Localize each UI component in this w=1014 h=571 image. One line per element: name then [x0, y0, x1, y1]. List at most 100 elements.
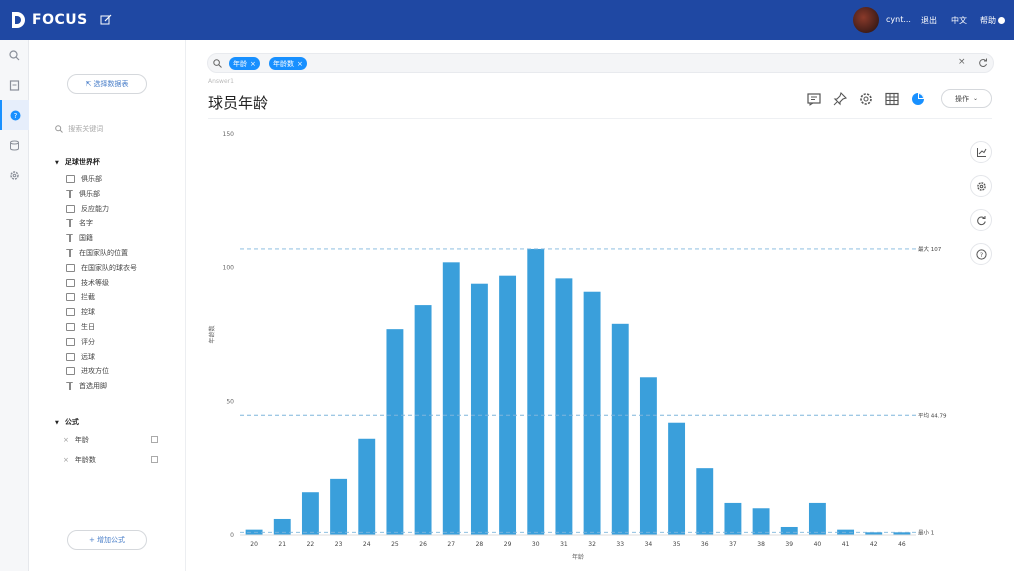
edit-icon[interactable]: [100, 14, 112, 26]
gear-icon: [10, 170, 19, 180]
help-link[interactable]: 帮助: [980, 15, 1005, 26]
remove-icon[interactable]: ×: [63, 456, 69, 464]
column-item[interactable]: 控球: [66, 306, 95, 318]
bar: [386, 329, 404, 535]
column-item[interactable]: 名字: [66, 217, 93, 229]
formula-label: 年龄数: [74, 456, 96, 464]
username[interactable]: cynt...: [886, 15, 911, 24]
bar: [611, 323, 629, 535]
edit-icon[interactable]: [151, 456, 158, 463]
close-icon[interactable]: ×: [297, 60, 303, 68]
numeric-column-icon: [66, 263, 75, 272]
operate-button[interactable]: 操作 ⌄: [941, 89, 992, 108]
close-icon[interactable]: ×: [250, 60, 256, 68]
chart-type-button[interactable]: [970, 141, 992, 163]
edit-icon[interactable]: [151, 436, 158, 443]
rail-answer-button[interactable]: ?: [0, 100, 29, 130]
language-switch[interactable]: 中文: [951, 15, 967, 26]
pin-icon[interactable]: [832, 91, 848, 107]
text-column-icon: [66, 382, 73, 391]
rail-data-button[interactable]: [0, 130, 29, 160]
x-tick-label: 35: [673, 541, 681, 548]
table-view-icon[interactable]: [884, 91, 900, 107]
table-group-header[interactable]: ▼ 足球世界杯: [55, 157, 100, 167]
bar: [808, 502, 826, 535]
formula-group-header[interactable]: ▼ 公式: [55, 417, 79, 427]
axis-chart-icon: [976, 147, 986, 157]
bar: [583, 291, 601, 535]
column-item[interactable]: 在国家队的位置: [66, 247, 128, 259]
chart-refresh-button[interactable]: [970, 209, 992, 231]
comment-icon[interactable]: [806, 91, 822, 107]
focus-logo-icon: [12, 12, 25, 28]
rail-search-button[interactable]: [0, 40, 29, 70]
bar: [639, 377, 657, 535]
text-column-icon: [66, 189, 73, 198]
y-tick-label: 50: [226, 398, 234, 405]
column-item[interactable]: 俱乐部: [66, 188, 100, 200]
formula-item[interactable]: × 年龄: [63, 435, 158, 447]
column-item[interactable]: 生日: [66, 321, 95, 333]
x-tick-label: 42: [870, 541, 878, 548]
logout-link[interactable]: 退出: [921, 15, 937, 26]
column-item[interactable]: 俱乐部: [66, 173, 102, 185]
bar: [470, 283, 488, 535]
bar: [780, 526, 798, 535]
select-table-button[interactable]: ⇱ 选择数据表: [67, 74, 147, 94]
bar-chart: 0 50 100 150 年龄数 20 21 22 23 24 25 26 27 28 29 30 31 32 33…: [208, 131, 947, 561]
y-tick-label: 100: [223, 265, 235, 272]
bar: [555, 278, 573, 535]
help-dot-icon: [998, 17, 1005, 24]
x-tick-label: 26: [419, 541, 427, 548]
pie-chart-icon[interactable]: [910, 91, 926, 107]
column-item[interactable]: 技术等级: [66, 277, 109, 289]
formula-item[interactable]: × 年龄数: [63, 455, 158, 467]
header-divider: [208, 118, 992, 119]
text-column-icon: [66, 249, 73, 257]
reference-line-label: 平均 44.79: [918, 411, 947, 419]
rail-settings-button[interactable]: [0, 160, 29, 190]
column-label: 技术等级: [81, 278, 109, 287]
refresh-icon[interactable]: [978, 58, 988, 68]
clear-icon[interactable]: ×: [958, 57, 966, 67]
column-item[interactable]: 进攻方位: [66, 365, 109, 377]
column-label: 控球: [81, 308, 95, 317]
bar: [527, 248, 545, 535]
column-item[interactable]: 评分: [66, 336, 95, 348]
x-tick-label: 27: [447, 541, 455, 548]
text-column-icon: [66, 219, 73, 228]
page-title: 球员年龄: [208, 94, 269, 112]
refresh-icon: [976, 215, 986, 225]
search-token[interactable]: 年龄 ×: [229, 57, 260, 70]
column-label: 俱乐部: [81, 175, 102, 183]
column-item[interactable]: 反应能力: [66, 203, 109, 215]
remove-icon[interactable]: ×: [63, 436, 69, 444]
bar: [330, 478, 348, 535]
x-tick-label: 33: [616, 541, 624, 548]
column-search-input[interactable]: 搜索关键词: [55, 124, 165, 138]
x-tick-label: 25: [391, 541, 399, 548]
column-item[interactable]: 首选用脚: [66, 380, 107, 392]
add-formula-button[interactable]: + 增加公式: [67, 530, 147, 550]
bar: [499, 275, 517, 535]
gear-icon[interactable]: [858, 91, 874, 107]
column-item[interactable]: 在国家队的球衣号: [66, 262, 137, 274]
column-item[interactable]: 远球: [66, 351, 95, 363]
column-label: 拦截: [81, 293, 95, 302]
chevron-down-icon: ⌄: [972, 95, 979, 102]
column-label: 远球: [81, 352, 95, 361]
gear-icon: [976, 181, 986, 191]
bar: [668, 422, 686, 535]
bar: [442, 262, 460, 535]
column-item[interactable]: 国籍: [66, 232, 93, 244]
reference-line-label: 最小 1: [918, 528, 934, 536]
avatar[interactable]: [853, 7, 879, 33]
search-token[interactable]: 年龄数 ×: [269, 57, 307, 70]
column-item[interactable]: 拦截: [66, 291, 95, 303]
chart-settings-button[interactable]: [970, 175, 992, 197]
chart-help-button[interactable]: ?: [970, 243, 992, 265]
search-bar[interactable]: 年龄 × 年龄数 × ×: [207, 53, 994, 73]
brand-name: FOCUS: [32, 12, 88, 28]
question-icon: ?: [10, 110, 21, 120]
rail-pinboard-button[interactable]: [0, 70, 29, 100]
